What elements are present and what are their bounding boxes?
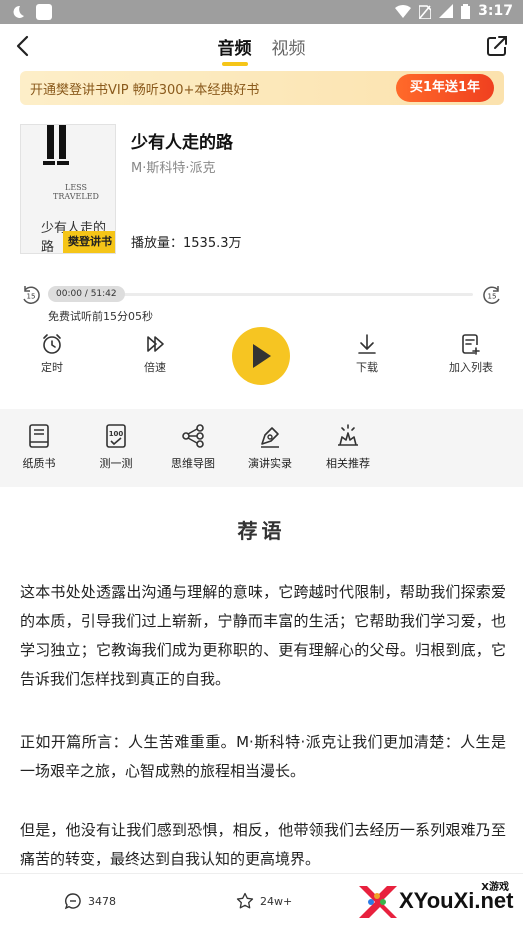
cover-english-title: LESS TRAVELED bbox=[53, 183, 99, 201]
skip-forward-label: 15 bbox=[488, 293, 497, 301]
share-icon[interactable] bbox=[483, 32, 511, 60]
favorites-count: 24w+ bbox=[260, 894, 293, 908]
svg-text:100: 100 bbox=[109, 430, 124, 438]
notification-icon bbox=[36, 4, 52, 20]
speech-record-icon bbox=[261, 427, 279, 448]
feature-paper-book[interactable]: 纸质书 bbox=[4, 423, 74, 471]
add-playlist-icon bbox=[462, 334, 480, 355]
recommend-icon bbox=[338, 424, 358, 446]
feature-quiz-label: 测一测 bbox=[99, 457, 133, 470]
cover-figure-image bbox=[31, 125, 91, 165]
battery-icon bbox=[461, 3, 471, 19]
vip-buy-button[interactable]: 买1年送1年 bbox=[395, 74, 494, 102]
wifi-icon bbox=[395, 5, 412, 18]
feature-row: 纸质书 100 测一测 思维导图 演讲实录 相关推荐 bbox=[0, 409, 523, 487]
feature-recommend-label: 相关推荐 bbox=[326, 457, 370, 470]
skip-forward-icon[interactable]: 15 bbox=[481, 284, 503, 306]
watermark: XYouXi.net X游戏 bbox=[355, 876, 515, 928]
book-title: 少有人走的路 bbox=[131, 133, 233, 153]
play-button[interactable] bbox=[232, 327, 290, 385]
favorite-button[interactable]: 24w+ bbox=[236, 892, 292, 910]
trial-text: 免费试听前15分05秒 bbox=[48, 310, 153, 323]
section-title: 荐语 bbox=[237, 519, 286, 543]
player-controls: 定时 倍速 下载 加入列表 bbox=[0, 327, 523, 397]
feature-mind-map[interactable]: 思维导图 bbox=[158, 423, 228, 471]
top-nav: 音频 视频 bbox=[0, 24, 523, 68]
book-card: LESS TRAVELED 少有人走的路 樊登讲书 bbox=[0, 110, 523, 270]
paragraph-3: 但是，他没有让我们感到恐惧，相反，他带领我们去经历一系列艰难乃至痛苦的转变，最终… bbox=[20, 821, 506, 868]
play-count: 播放量：1535.3万 bbox=[131, 236, 242, 251]
paragraph-1: 这本书处处透露出沟通与理解的意味，它跨越时代限制，帮助我们探索爱的本质，引导我们… bbox=[20, 583, 506, 688]
watermark-small-text: X游戏 bbox=[481, 882, 509, 893]
status-bar: 3:17 bbox=[0, 0, 523, 24]
feature-recommend[interactable]: 相关推荐 bbox=[313, 423, 383, 471]
star-icon bbox=[236, 892, 254, 909]
progress-thumb-time[interactable]: 00:00 / 51:42 bbox=[48, 286, 125, 302]
download-button[interactable]: 下载 bbox=[332, 333, 402, 375]
add-to-list-label: 加入列表 bbox=[449, 361, 493, 374]
moon-icon bbox=[13, 5, 24, 18]
comment-icon bbox=[64, 893, 81, 910]
vip-banner[interactable]: 开通樊登讲书VIP 畅听300+本经典好书 买1年送1年 bbox=[20, 71, 504, 105]
skip-back-icon[interactable]: 15 bbox=[20, 284, 42, 306]
alarm-clock-icon bbox=[43, 334, 61, 354]
status-time: 3:17 bbox=[478, 3, 513, 19]
download-icon bbox=[358, 334, 376, 354]
no-sim-icon bbox=[419, 4, 432, 19]
progress-row: 15 00:00 / 51:42 15 bbox=[0, 280, 523, 310]
vip-banner-text: 开通樊登讲书VIP 畅听300+本经典好书 bbox=[30, 83, 260, 98]
feature-mind-map-label: 思维导图 bbox=[171, 457, 215, 470]
tab-video[interactable]: 视频 bbox=[272, 34, 306, 59]
feature-speech-record[interactable]: 演讲实录 bbox=[235, 423, 305, 471]
speed-icon bbox=[147, 336, 164, 352]
feature-paper-book-label: 纸质书 bbox=[22, 457, 56, 470]
timer-button[interactable]: 定时 bbox=[17, 333, 87, 375]
skip-back-label: 15 bbox=[27, 293, 36, 301]
quiz-icon: 100 bbox=[106, 424, 126, 448]
comments-button[interactable]: 3478 bbox=[64, 892, 116, 910]
feature-speech-record-label: 演讲实录 bbox=[248, 457, 292, 470]
signal-icon bbox=[439, 4, 454, 18]
paper-book-icon bbox=[29, 424, 49, 448]
comments-count: 3478 bbox=[88, 894, 116, 908]
feature-quiz[interactable]: 100 测一测 bbox=[81, 423, 151, 471]
mind-map-icon bbox=[182, 424, 204, 448]
download-label: 下载 bbox=[356, 361, 378, 374]
timer-label: 定时 bbox=[41, 361, 63, 374]
book-author[interactable]: M·斯科特·派克 bbox=[131, 157, 215, 176]
watermark-logo-icon bbox=[359, 886, 397, 918]
tab-audio[interactable]: 音频 bbox=[218, 34, 252, 59]
speed-button[interactable]: 倍速 bbox=[120, 333, 190, 375]
add-to-list-button[interactable]: 加入列表 bbox=[436, 333, 506, 375]
paragraph-2: 正如开篇所言：人生苦难重重。M·斯科特·派克让我们更加清楚：人生是一场艰辛之旅，… bbox=[20, 733, 506, 780]
speed-label: 倍速 bbox=[144, 361, 166, 374]
cover-badge: 樊登讲书 bbox=[63, 231, 115, 253]
play-icon bbox=[253, 344, 271, 368]
book-cover[interactable]: LESS TRAVELED 少有人走的路 樊登讲书 bbox=[20, 124, 116, 254]
